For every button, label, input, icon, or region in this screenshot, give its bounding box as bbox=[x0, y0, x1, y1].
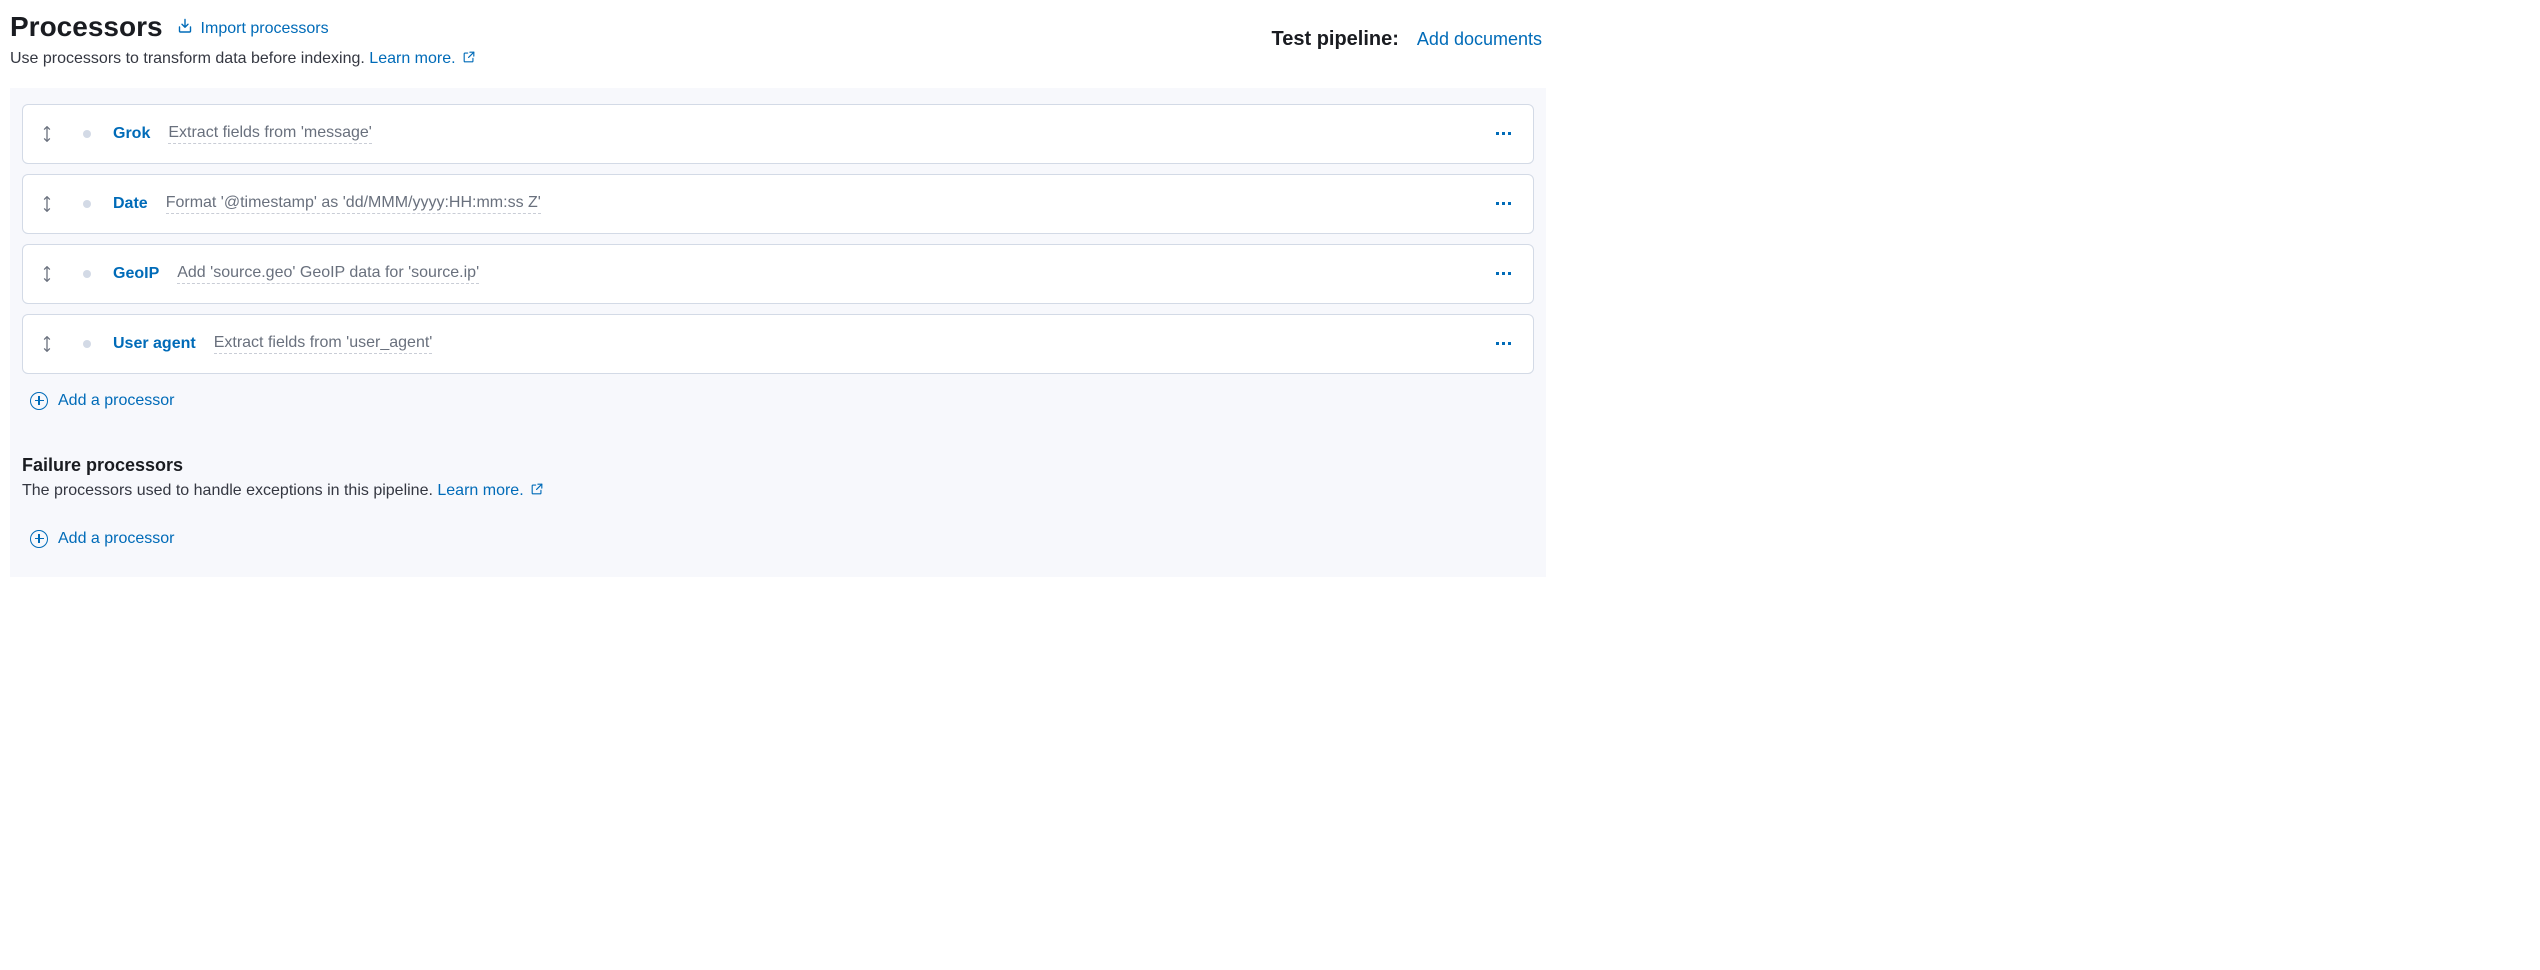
drag-handle-icon[interactable] bbox=[37, 265, 57, 283]
processor-description: Extract fields from 'message' bbox=[168, 123, 372, 144]
more-actions-button[interactable] bbox=[1492, 338, 1515, 349]
status-dot-icon bbox=[83, 200, 91, 208]
failure-learn-more-link[interactable]: Learn more. bbox=[437, 482, 543, 500]
external-link-icon bbox=[530, 482, 544, 500]
processor-name[interactable]: Date bbox=[113, 195, 148, 213]
more-icon bbox=[1496, 342, 1511, 345]
processor-description: Extract fields from 'user_agent' bbox=[214, 333, 433, 354]
more-actions-button[interactable] bbox=[1492, 198, 1515, 209]
subtitle-text: Use processors to transform data before … bbox=[10, 50, 365, 67]
processor-item: Grok Extract fields from 'message' bbox=[22, 104, 1534, 164]
title-row: Processors Import processors bbox=[10, 10, 1272, 44]
add-failure-processor-label: Add a processor bbox=[58, 530, 175, 548]
external-link-icon bbox=[462, 50, 476, 68]
add-documents-button[interactable]: Add documents bbox=[1417, 29, 1542, 50]
learn-more-link[interactable]: Learn more. bbox=[369, 50, 475, 68]
processor-description: Add 'source.geo' GeoIP data for 'source.… bbox=[177, 263, 479, 284]
plus-circle-icon bbox=[30, 530, 48, 548]
more-actions-button[interactable] bbox=[1492, 128, 1515, 139]
import-processors-label: Import processors bbox=[201, 20, 329, 38]
processor-item: User agent Extract fields from 'user_age… bbox=[22, 314, 1534, 374]
plus-circle-icon bbox=[30, 392, 48, 410]
processor-name[interactable]: Grok bbox=[113, 125, 150, 143]
failure-description-text: The processors used to handle exceptions… bbox=[22, 482, 433, 499]
page-title: Processors bbox=[10, 10, 163, 44]
add-processor-label: Add a processor bbox=[58, 392, 175, 410]
learn-more-label: Learn more. bbox=[369, 50, 455, 68]
page-subtitle: Use processors to transform data before … bbox=[10, 50, 1272, 68]
processor-item: GeoIP Add 'source.geo' GeoIP data for 's… bbox=[22, 244, 1534, 304]
drag-handle-icon[interactable] bbox=[37, 335, 57, 353]
processors-panel: Grok Extract fields from 'message' Date bbox=[10, 88, 1546, 577]
drag-handle-icon[interactable] bbox=[37, 125, 57, 143]
more-icon bbox=[1496, 132, 1511, 135]
status-dot-icon bbox=[83, 130, 91, 138]
failure-section: Failure processors The processors used t… bbox=[10, 415, 1546, 553]
import-processors-button[interactable]: Import processors bbox=[177, 18, 329, 39]
processor-name[interactable]: User agent bbox=[113, 335, 196, 353]
processor-item: Date Format '@timestamp' as 'dd/MMM/yyyy… bbox=[22, 174, 1534, 234]
header-right: Test pipeline: Add documents bbox=[1272, 10, 1547, 51]
import-icon bbox=[177, 18, 193, 39]
add-failure-processor-button[interactable]: Add a processor bbox=[22, 500, 175, 548]
failure-learn-more-label: Learn more. bbox=[437, 482, 523, 500]
status-dot-icon bbox=[83, 340, 91, 348]
more-icon bbox=[1496, 202, 1511, 205]
failure-description: The processors used to handle exceptions… bbox=[22, 482, 1546, 500]
drag-handle-icon[interactable] bbox=[37, 195, 57, 213]
more-actions-button[interactable] bbox=[1492, 268, 1515, 279]
processors-list: Grok Extract fields from 'message' Date bbox=[10, 104, 1546, 374]
processor-name[interactable]: GeoIP bbox=[113, 265, 159, 283]
add-processor-button[interactable]: Add a processor bbox=[10, 374, 175, 410]
status-dot-icon bbox=[83, 270, 91, 278]
test-pipeline-label: Test pipeline: bbox=[1272, 28, 1399, 51]
processor-description: Format '@timestamp' as 'dd/MMM/yyyy:HH:m… bbox=[166, 193, 541, 214]
header-left: Processors Import processors Use process… bbox=[10, 10, 1272, 68]
failure-title: Failure processors bbox=[22, 455, 1546, 476]
header: Processors Import processors Use process… bbox=[0, 10, 1556, 68]
more-icon bbox=[1496, 272, 1511, 275]
